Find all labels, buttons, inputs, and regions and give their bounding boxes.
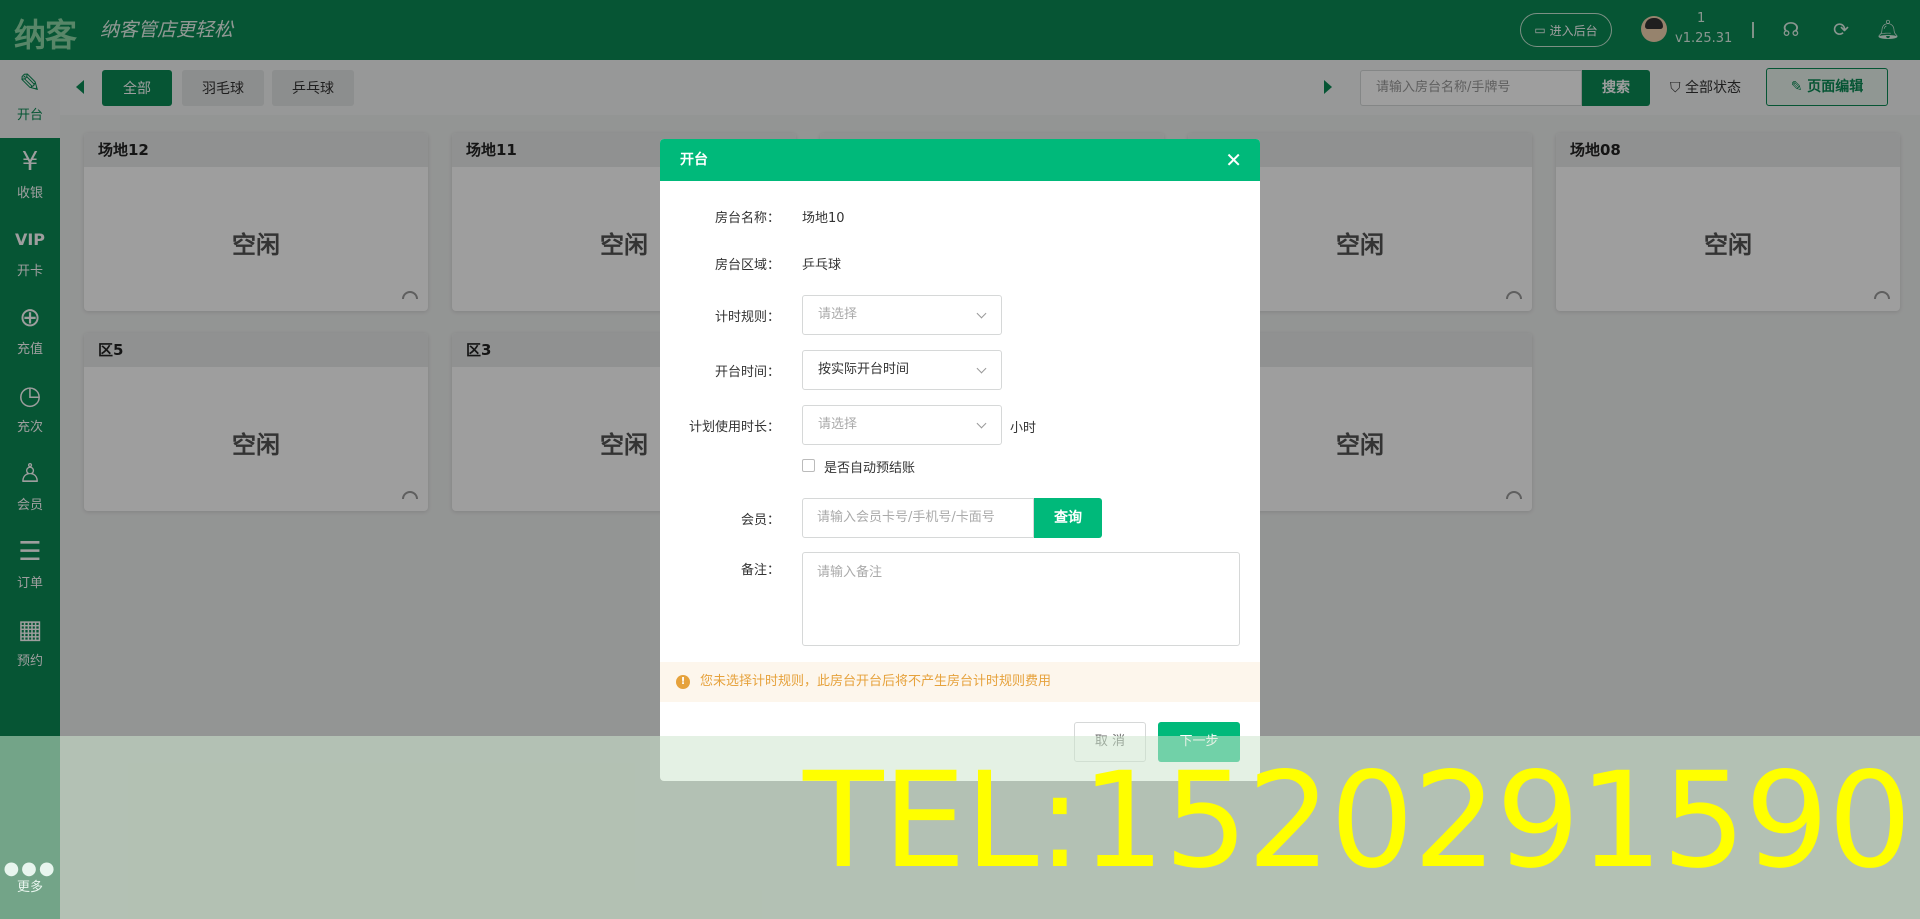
timing-rule-placeholder: 请选择 (818, 307, 858, 322)
remark-textarea[interactable]: 请输入备注 (802, 552, 1240, 646)
open-time-label: 开台时间： (714, 365, 780, 380)
chevron-down-icon (976, 363, 987, 374)
open-time-value: 按实际开台时间 (818, 362, 910, 377)
member-query-button[interactable]: 查询 (1034, 498, 1102, 538)
dialog-title: 开台 (680, 152, 708, 168)
room-area-label: 房台区域： (714, 258, 780, 273)
warning-icon: ! (676, 675, 690, 689)
warning-text: 您未选择计时规则，此房台开台后将不产生房台计时规则费用 (700, 674, 1052, 689)
room-name-label: 房台名称： (714, 211, 780, 226)
room-name-value: 场地10 (802, 211, 845, 226)
member-input[interactable]: 请输入会员卡号/手机号/卡面号 (802, 498, 1034, 538)
room-area-value: 乒乓球 (802, 258, 842, 273)
remark-label: 备注： (740, 563, 780, 578)
warning-alert: ! 您未选择计时规则，此房台开台后将不产生房台计时规则费用 (660, 662, 1260, 702)
sidebar-item-more[interactable]: ●●● 更多 (0, 858, 60, 896)
more-icon: ●●● (3, 858, 57, 879)
open-time-select[interactable]: 按实际开台时间 (802, 350, 1002, 390)
timing-rule-select[interactable]: 请选择 (802, 295, 1002, 335)
dialog-header: 开台 ✕ (660, 139, 1260, 181)
plan-duration-select[interactable]: 请选择 (802, 405, 1002, 445)
open-table-dialog: 开台 ✕ 房台名称： 场地10 房台区域： 乒乓球 计时规则： 请选择 开台时间… (660, 139, 1260, 781)
plan-duration-unit: 小时 (1010, 421, 1037, 436)
timing-rule-label: 计时规则： (714, 310, 780, 325)
plan-duration-label: 计划使用时长： (688, 420, 780, 435)
chevron-down-icon (976, 418, 987, 429)
auto-settle-label[interactable]: 是否自动预结账 (824, 457, 915, 476)
close-icon[interactable]: ✕ (1225, 139, 1242, 181)
auto-settle-checkbox[interactable] (802, 459, 815, 472)
chevron-down-icon (976, 308, 987, 319)
plan-duration-placeholder: 请选择 (818, 417, 858, 432)
member-label: 会员： (740, 513, 780, 528)
watermark-text: TEL:15202915905 (803, 744, 1920, 898)
